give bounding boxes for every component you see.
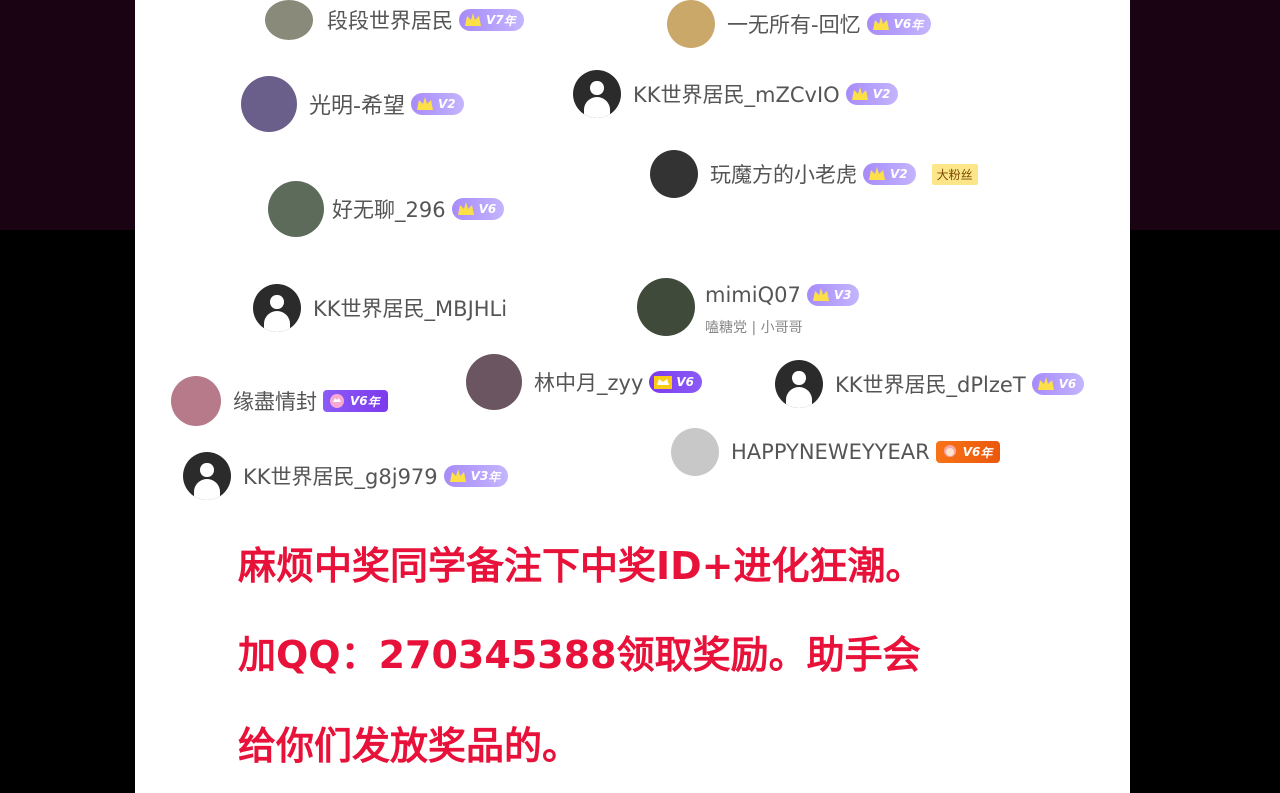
fan-tag: 大粉丝: [931, 163, 978, 185]
level-badge: V6 年: [866, 13, 932, 35]
crown-icon: [1037, 377, 1054, 390]
username: 缘盡情封: [233, 390, 317, 414]
winner-kk-mbjhli[interactable]: KK世界居民_MBJHLi: [253, 284, 507, 332]
crown-icon: [457, 202, 474, 215]
level-badge: V2: [845, 83, 899, 105]
level-badge: V3 年: [443, 465, 509, 487]
message-line-2: 加QQ：270345388领取奖励。助手会: [238, 633, 921, 677]
crown-icon: [851, 87, 868, 100]
username: KK世界居民_mZCvIO: [633, 83, 840, 107]
username: mimiQ07: [705, 283, 801, 307]
level-badge: V2: [410, 93, 464, 115]
avatar: [265, 0, 313, 40]
medal-icon: [330, 394, 344, 408]
username: HAPPYNEWEYYEAR: [731, 440, 930, 464]
doll-icon: [943, 445, 956, 457]
crown-icon: [812, 288, 829, 301]
message-line-3: 给你们发放奖品的。: [238, 724, 581, 768]
avatar: [268, 181, 324, 237]
level-badge: V6: [1031, 373, 1085, 395]
winner-happynewyear[interactable]: HAPPYNEWEYYEAR V6 年: [671, 428, 1001, 476]
level-badge: V7 年: [459, 9, 524, 31]
message-line-1: 麻烦中奖同学备注下中奖ID+进化狂潮。: [238, 544, 924, 588]
username: 段段世界居民: [327, 9, 453, 33]
avatar: [253, 284, 301, 332]
level-badge: V3: [806, 284, 860, 306]
crown-icon: [416, 97, 433, 110]
avatar: [650, 150, 698, 198]
username: 光明-希望: [309, 94, 405, 119]
username: 林中月_zyy: [534, 371, 644, 395]
username: KK世界居民_dPlzeT: [835, 373, 1026, 397]
avatar: [183, 452, 231, 500]
level-badge: V6 年: [323, 390, 388, 412]
user-subtitle: 嗑糖党 | 小哥哥: [705, 320, 803, 336]
winner-haowuliao[interactable]: 好无聊_296 V6: [268, 181, 505, 237]
winner-linzhongyue[interactable]: 林中月_zyy V6: [466, 354, 703, 410]
level-badge: V6 年: [935, 441, 1001, 463]
username: KK世界居民_MBJHLi: [313, 297, 508, 321]
winner-kk-mzcvio[interactable]: KK世界居民_mZCvIO V2: [573, 70, 899, 118]
level-badge: V2: [863, 163, 916, 185]
winner-guangming[interactable]: 光明-希望 V2: [241, 76, 464, 132]
level-badge: V6: [649, 371, 703, 393]
winner-kk-dplzet[interactable]: KK世界居民_dPlzeT V6: [775, 360, 1085, 408]
winner-yuanjin[interactable]: 缘盡情封 V6 年: [171, 376, 388, 426]
avatar: [637, 278, 695, 336]
crown-icon: [449, 469, 466, 482]
username: 一无所有-回忆: [727, 13, 861, 37]
avatar: [671, 428, 719, 476]
username: KK世界居民_g8j979: [243, 465, 438, 489]
winner-kk-g8j979[interactable]: KK世界居民_g8j979 V3 年: [183, 452, 509, 500]
avatar: [667, 0, 715, 48]
crown-icon: [654, 376, 673, 389]
avatar: [775, 360, 823, 408]
crown-icon: [872, 17, 889, 30]
crown-icon: [465, 13, 481, 26]
level-badge: V6: [451, 198, 505, 220]
crown-icon: [869, 167, 885, 180]
avatar: [171, 376, 221, 426]
username: 玩魔方的小老虎: [710, 163, 857, 187]
username: 好无聊_296: [332, 198, 446, 222]
winner-duan[interactable]: 段段世界居民 V7 年: [265, 0, 524, 40]
avatar: [241, 76, 297, 132]
avatar: [466, 354, 522, 410]
winner-yiwu[interactable]: 一无所有-回忆 V6 年: [667, 0, 932, 48]
avatar: [573, 70, 621, 118]
winner-mofang[interactable]: 玩魔方的小老虎 V2 大粉丝: [650, 150, 978, 198]
